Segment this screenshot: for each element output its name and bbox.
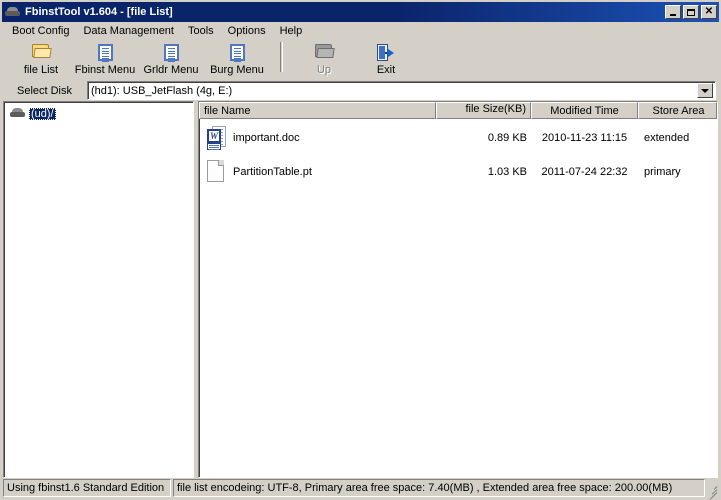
resize-grip-icon[interactable] (705, 479, 719, 500)
menu-bar: Boot Config Data Management Tools Option… (2, 22, 719, 40)
toolbar-button-exit[interactable]: Exit (355, 40, 417, 80)
document-icon (224, 42, 250, 63)
folder-up-icon (311, 42, 337, 63)
toolbar-button-file-list[interactable]: file List (10, 40, 72, 80)
menu-item-options[interactable]: Options (221, 23, 273, 39)
toolbar-button-fbinst-menu[interactable]: Fbinst Menu (72, 40, 138, 80)
file-list-header: file Name file Size(KB) Modified Time St… (199, 102, 717, 119)
generic-file-icon (203, 158, 229, 186)
select-disk-value: (hd1): USB_JetFlash (4g, E:) (91, 84, 233, 97)
toolbar: file List Fbinst Menu Grldr Menu Burg Me… (2, 40, 719, 80)
cell-file-size: 1.03 KB (487, 166, 527, 178)
menu-item-boot-config[interactable]: Boot Config (5, 23, 76, 39)
application-window: FbinstTool v1.604 - [file List] ✕ Boot C… (0, 0, 721, 500)
close-icon: ✕ (704, 6, 714, 17)
select-disk-row: Select Disk (hd1): USB_JetFlash (4g, E:) (2, 80, 719, 101)
disk-drive-icon (5, 5, 21, 19)
window-title: FbinstTool v1.604 - [file List] (25, 6, 173, 18)
file-list-panel: file Name file Size(KB) Modified Time St… (198, 101, 718, 478)
table-row[interactable]: PartitionTable.pt 1.03 KB 2011-07-24 22:… (199, 155, 717, 189)
menu-item-help[interactable]: Help (273, 23, 310, 39)
folder-icon (28, 42, 54, 63)
document-icon (158, 42, 184, 63)
toolbar-label-burg-menu: Burg Menu (210, 64, 264, 76)
file-name-text: PartitionTable.pt (233, 166, 312, 178)
select-disk-dropdown-button[interactable] (697, 83, 713, 98)
document-icon (92, 42, 118, 63)
menu-item-tools[interactable]: Tools (181, 23, 221, 39)
disk-drive-icon (10, 108, 26, 120)
toolbar-button-up[interactable]: Up (293, 40, 355, 80)
cell-modified-time: 2011-07-24 22:32 (541, 166, 628, 178)
toolbar-label-file-list: file List (23, 64, 59, 76)
title-bar: FbinstTool v1.604 - [file List] ✕ (2, 2, 719, 22)
column-header-file-name[interactable]: file Name (199, 102, 436, 119)
content-area: (ud)/ file Name file Size(KB) Modified T… (2, 101, 719, 478)
file-name-text: important.doc (233, 132, 300, 144)
toolbar-label-exit: Exit (376, 64, 396, 76)
tree-node-label: (ud)/ (29, 108, 56, 120)
column-header-store-area[interactable]: Store Area (638, 102, 717, 119)
cell-modified-time: 2010-11-23 11:15 (541, 132, 628, 144)
toolbar-button-grldr-menu[interactable]: Grldr Menu (138, 40, 204, 80)
status-space-text: file list encodeing: UTF-8, Primary area… (173, 479, 705, 497)
toolbar-label-grldr-menu: Grldr Menu (143, 64, 199, 76)
cell-store-area: extended (644, 132, 690, 144)
column-header-file-size[interactable]: file Size(KB) (436, 102, 531, 119)
chevron-down-icon (701, 88, 709, 93)
tree-node-ud-root[interactable]: (ud)/ (10, 106, 193, 122)
cell-file-size: 0.89 KB (487, 132, 527, 144)
maximize-button[interactable] (683, 5, 699, 19)
window-controls: ✕ (665, 5, 717, 19)
exit-door-icon (373, 42, 399, 63)
status-bar: Using fbinst1.6 Standard Edition file li… (2, 478, 719, 500)
status-edition-text: Using fbinst1.6 Standard Edition (3, 479, 171, 497)
column-header-modified-time[interactable]: Modified Time (531, 102, 638, 119)
toolbar-label-fbinst-menu: Fbinst Menu (74, 64, 136, 76)
close-button[interactable]: ✕ (701, 5, 717, 19)
select-disk-combobox[interactable]: (hd1): USB_JetFlash (4g, E:) (87, 81, 716, 100)
minimize-button[interactable] (665, 5, 681, 19)
cell-store-area: primary (644, 166, 681, 178)
directory-tree-panel[interactable]: (ud)/ (3, 101, 194, 478)
toolbar-label-up: Up (316, 64, 332, 76)
select-disk-label: Select Disk (16, 84, 73, 97)
cell-file-name: W important.doc (199, 124, 436, 152)
word-document-icon: W (203, 124, 229, 152)
cell-file-name: PartitionTable.pt (199, 158, 436, 186)
table-row[interactable]: W important.doc 0.89 KB 2010-11-23 11:15… (199, 121, 717, 155)
toolbar-separator (280, 42, 283, 72)
file-list-body: W important.doc 0.89 KB 2010-11-23 11:15… (199, 119, 717, 477)
menu-item-data-management[interactable]: Data Management (76, 23, 181, 39)
toolbar-button-burg-menu[interactable]: Burg Menu (204, 40, 270, 80)
